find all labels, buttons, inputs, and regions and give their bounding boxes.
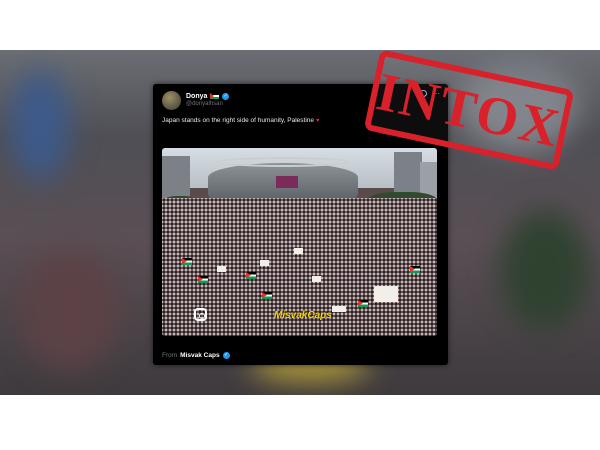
palestine-flag: [182, 258, 192, 265]
tweet-text-body: Japan stands on the right side of humani…: [162, 117, 315, 124]
author-name[interactable]: Donya: [186, 93, 207, 100]
protest-sign: [217, 266, 226, 272]
verified-badge-icon: ✓: [222, 352, 230, 359]
background-blur-blob: [500, 210, 590, 330]
stadium-screen: [276, 176, 298, 188]
tweet-text: Japan stands on the right side of humani…: [162, 117, 319, 124]
instagram-icon: [194, 308, 207, 321]
tweet-media-image[interactable]: MisvakCaps: [162, 148, 437, 336]
verified-badge-icon: ✓: [222, 92, 230, 100]
avatar[interactable]: [162, 91, 181, 110]
from-label: From: [162, 352, 178, 359]
palestine-flag: [410, 266, 420, 273]
background-blur-blob: [10, 70, 70, 180]
palestine-flag: [246, 272, 256, 279]
protest-sign: [312, 276, 321, 282]
protest-sign: [260, 260, 269, 266]
protest-sign: [294, 248, 303, 254]
author-line: Donya ✓: [186, 91, 230, 101]
from-source[interactable]: Misvak Caps: [180, 352, 219, 359]
protest-sign: [374, 286, 398, 302]
media-source-line: From Misvak Caps ✓: [162, 352, 230, 359]
palestine-flag: [198, 276, 208, 283]
background-blur-blob: [20, 250, 120, 370]
stadium-roof: [216, 157, 350, 167]
protest-sign: [332, 306, 346, 312]
author-handle[interactable]: @donyalhsan: [186, 101, 223, 107]
palestine-flag-icon: [210, 93, 220, 99]
palestine-flag: [358, 300, 368, 307]
heart-icon: ♥: [315, 118, 320, 124]
media-watermark: MisvakCaps: [274, 310, 332, 321]
palestine-flag: [262, 292, 272, 299]
